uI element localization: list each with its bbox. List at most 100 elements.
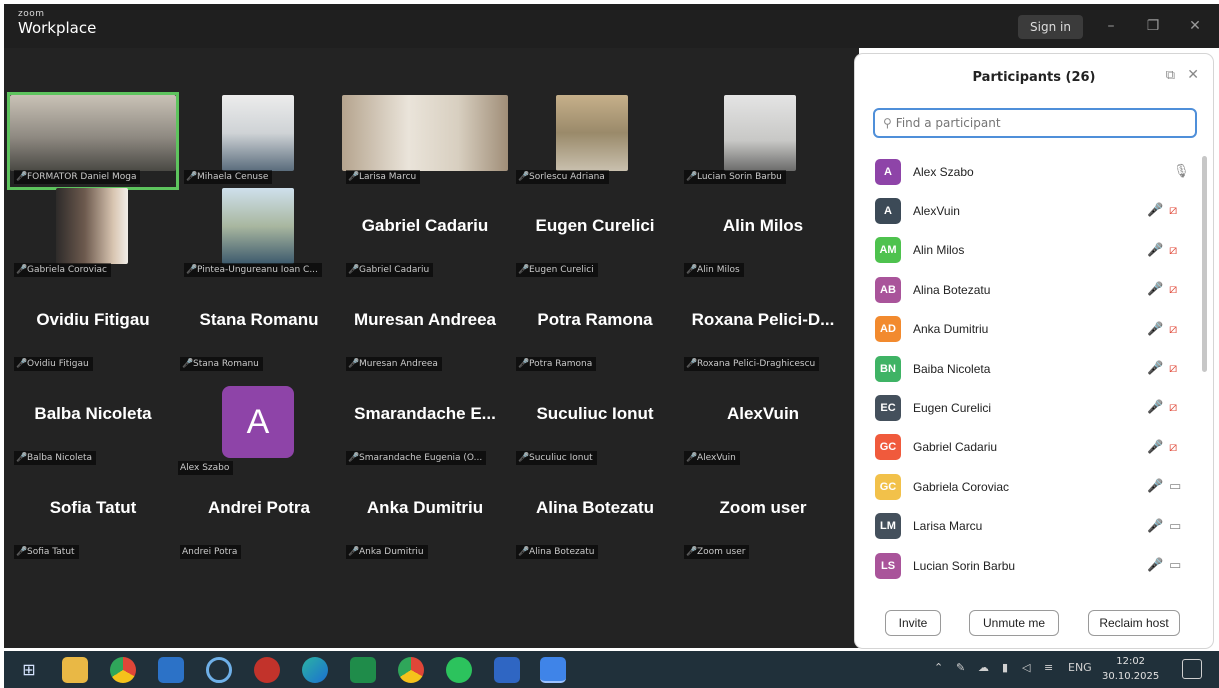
participant-row[interactable]: A Alex Szabo 🎙 bbox=[855, 152, 1195, 191]
mic-off-icon[interactable]: 🎤 bbox=[1147, 322, 1163, 337]
pop-out-icon[interactable]: ⧉ bbox=[1166, 68, 1175, 83]
participant-tile[interactable]: Zoom user 🎤 Zoom user bbox=[680, 470, 846, 562]
video-tile[interactable]: 🎤 Mihaela Cenuse bbox=[180, 95, 346, 187]
video-thumbnail bbox=[724, 95, 796, 171]
camera-off-icon[interactable]: ⧄ bbox=[1169, 440, 1177, 455]
mic-off-icon[interactable]: 🎤 bbox=[1147, 558, 1163, 573]
mic-off-icon: 🎤 bbox=[16, 265, 28, 275]
mic-off-icon[interactable]: 🎤 bbox=[1147, 243, 1163, 258]
cortana-icon[interactable] bbox=[206, 657, 232, 683]
cloud-icon[interactable]: ☁ bbox=[978, 661, 989, 674]
zoom-icon[interactable] bbox=[540, 657, 566, 683]
pen-icon[interactable]: ✎ bbox=[956, 661, 965, 674]
participant-tile[interactable]: Andrei Potra Andrei Potra bbox=[176, 470, 342, 562]
participant-tile[interactable]: Alina Botezatu 🎤 Alina Botezatu bbox=[512, 470, 678, 562]
mic-off-icon: 🎤 bbox=[518, 359, 530, 369]
search-box[interactable]: ⚲ bbox=[873, 108, 1197, 138]
participant-row[interactable]: LM Larisa Marcu 🎤 ▭ bbox=[855, 507, 1195, 546]
video-tile[interactable]: 🎤 Pintea-Ungureanu Ioan C... bbox=[180, 188, 346, 280]
excel-icon[interactable] bbox=[350, 657, 376, 683]
participant-row[interactable]: LS Lucian Sorin Barbu 🎤 ▭ bbox=[855, 546, 1195, 585]
participant-tile[interactable]: Suculiuc Ionut 🎤 Suculiuc Ionut bbox=[512, 376, 678, 468]
camera-icon[interactable]: ▭ bbox=[1169, 519, 1181, 534]
search-input[interactable] bbox=[895, 116, 1176, 130]
camera-off-icon[interactable]: ⧄ bbox=[1169, 282, 1177, 297]
participant-name: AlexVuin bbox=[913, 203, 960, 218]
chrome-icon[interactable] bbox=[398, 657, 424, 683]
participant-tile[interactable]: Sofia Tatut 🎤 Sofia Tatut bbox=[10, 470, 176, 562]
battery-icon[interactable]: ▮ bbox=[1002, 661, 1008, 674]
whatsapp-icon[interactable] bbox=[446, 657, 472, 683]
notification-icon[interactable] bbox=[1182, 659, 1202, 679]
unmute-me-button[interactable]: Unmute me bbox=[969, 610, 1059, 636]
mic-off-icon[interactable]: 🎤 bbox=[1147, 519, 1163, 534]
edge-icon[interactable] bbox=[302, 657, 328, 683]
camera-off-icon[interactable]: ⧄ bbox=[1169, 400, 1177, 415]
reclaim-host-button[interactable]: Reclaim host bbox=[1088, 610, 1180, 636]
video-tile[interactable]: 🎤 Gabriela Coroviac bbox=[10, 188, 176, 280]
close-window-button[interactable]: ✕ bbox=[1180, 14, 1210, 38]
participant-tile[interactable]: AlexVuin 🎤 AlexVuin bbox=[680, 376, 846, 468]
participant-tile[interactable]: Eugen Curelici 🎤 Eugen Curelici bbox=[512, 188, 678, 280]
participant-row[interactable]: GC Gabriel Cadariu 🎤 ⧄ bbox=[855, 428, 1195, 467]
video-tile[interactable]: 🎤 Sorlescu Adriana bbox=[512, 95, 678, 187]
participant-row[interactable]: GC Gabriela Coroviac 🎤 ▭ bbox=[855, 467, 1195, 506]
avatar-participant-tile[interactable]: A Alex Szabo bbox=[178, 386, 352, 478]
avatar: A bbox=[222, 386, 294, 458]
mic-off-icon[interactable]: 🎤 bbox=[1147, 440, 1163, 455]
video-tile-speaker[interactable]: 🎤 FORMATOR Daniel Moga bbox=[7, 92, 179, 190]
file-explorer-icon[interactable] bbox=[62, 657, 88, 683]
restore-button[interactable]: ❐ bbox=[1138, 14, 1168, 38]
scrollbar[interactable] bbox=[1202, 156, 1207, 372]
network-icon[interactable]: ≡ bbox=[1044, 661, 1053, 674]
participant-row[interactable]: AM Alin Milos 🎤 ⧄ bbox=[855, 231, 1195, 270]
participant-tile[interactable]: Gabriel Cadariu 🎤 Gabriel Cadariu bbox=[342, 188, 508, 280]
participant-name: Lucian Sorin Barbu bbox=[913, 558, 1016, 573]
video-tile[interactable]: 🎤 Larisa Marcu bbox=[342, 95, 508, 187]
clock[interactable]: 12:02 30.10.2025 bbox=[1102, 654, 1159, 684]
close-icon[interactable]: ✕ bbox=[1187, 67, 1199, 83]
participant-tile[interactable]: Roxana Pelici-D... 🎤 Roxana Pelici-Draghi… bbox=[680, 282, 846, 374]
chrome-icon[interactable] bbox=[110, 657, 136, 683]
participant-tile[interactable]: Potra Ramona 🎤 Potra Ramona bbox=[512, 282, 678, 374]
tray-chevron-icon[interactable]: ⌃ bbox=[934, 661, 943, 674]
camera-icon[interactable]: ▭ bbox=[1169, 479, 1181, 494]
sign-in-button[interactable]: Sign in bbox=[1018, 15, 1083, 39]
participant-row[interactable]: A AlexVuin 🎤 ⧄ bbox=[855, 191, 1195, 230]
participant-label: 🎤 Pintea-Ungureanu Ioan C... bbox=[184, 263, 322, 277]
participant-name: Suculiuc Ionut bbox=[536, 404, 654, 423]
participant-tile[interactable]: Anka Dumitriu 🎤 Anka Dumitriu bbox=[342, 470, 508, 562]
language-indicator[interactable]: ENG bbox=[1068, 661, 1092, 674]
mic-off-icon[interactable]: 🎤 bbox=[1147, 400, 1163, 415]
participant-tile[interactable]: Balba Nicoleta 🎤 Balba Nicoleta bbox=[10, 376, 176, 468]
camera-off-icon[interactable]: ⧄ bbox=[1169, 322, 1177, 337]
participant-tile[interactable]: Stana Romanu 🎤 Stana Romanu bbox=[176, 282, 342, 374]
mic-off-icon[interactable]: 🎤 bbox=[1147, 282, 1163, 297]
mic-off-icon[interactable]: 🎤 bbox=[1147, 479, 1163, 494]
camera-icon[interactable]: ▭ bbox=[1169, 558, 1181, 573]
word-icon[interactable] bbox=[494, 657, 520, 683]
video-tile[interactable]: 🎤 Lucian Sorin Barbu bbox=[680, 95, 846, 187]
mic-icon[interactable]: 🎙 bbox=[1173, 164, 1190, 179]
camera-off-icon[interactable]: ⧄ bbox=[1169, 361, 1177, 376]
participant-tile[interactable]: Ovidiu Fitigau 🎤 Ovidiu Fitigau bbox=[10, 282, 176, 374]
volume-icon[interactable]: ◁ bbox=[1022, 661, 1030, 674]
antivirus-icon[interactable] bbox=[254, 657, 280, 683]
participant-label: 🎤 Anka Dumitriu bbox=[346, 545, 428, 559]
participant-row[interactable]: AB Alina Botezatu 🎤 ⧄ bbox=[855, 270, 1195, 309]
participant-row[interactable]: BN Baiba Nicoleta 🎤 ⧄ bbox=[855, 349, 1195, 388]
camera-off-icon[interactable]: ⧄ bbox=[1169, 243, 1177, 258]
minimize-button[interactable]: – bbox=[1096, 14, 1126, 38]
participant-row[interactable]: AD Anka Dumitriu 🎤 ⧄ bbox=[855, 310, 1195, 349]
participant-tile[interactable]: Smarandache E... 🎤 Smarandache Eugenia (O… bbox=[342, 376, 508, 468]
participant-tile[interactable]: Alin Milos 🎤 Alin Milos bbox=[680, 188, 846, 280]
participant-list[interactable]: A Alex Szabo 🎙 A AlexVuin 🎤 ⧄ AM Alin Milos 🎤 ⧄ AB A… bbox=[855, 152, 1205, 596]
mic-off-icon[interactable]: 🎤 bbox=[1147, 361, 1163, 376]
invite-button[interactable]: Invite bbox=[885, 610, 941, 636]
participant-row[interactable]: EC Eugen Curelici 🎤 ⧄ bbox=[855, 388, 1195, 427]
outlook-icon[interactable] bbox=[158, 657, 184, 683]
mic-off-icon[interactable]: 🎤 bbox=[1147, 203, 1163, 218]
participant-tile[interactable]: Muresan Andreea 🎤 Muresan Andreea bbox=[342, 282, 508, 374]
camera-off-icon[interactable]: ⧄ bbox=[1169, 203, 1177, 218]
windows-icon[interactable]: ⊞ bbox=[16, 657, 42, 683]
